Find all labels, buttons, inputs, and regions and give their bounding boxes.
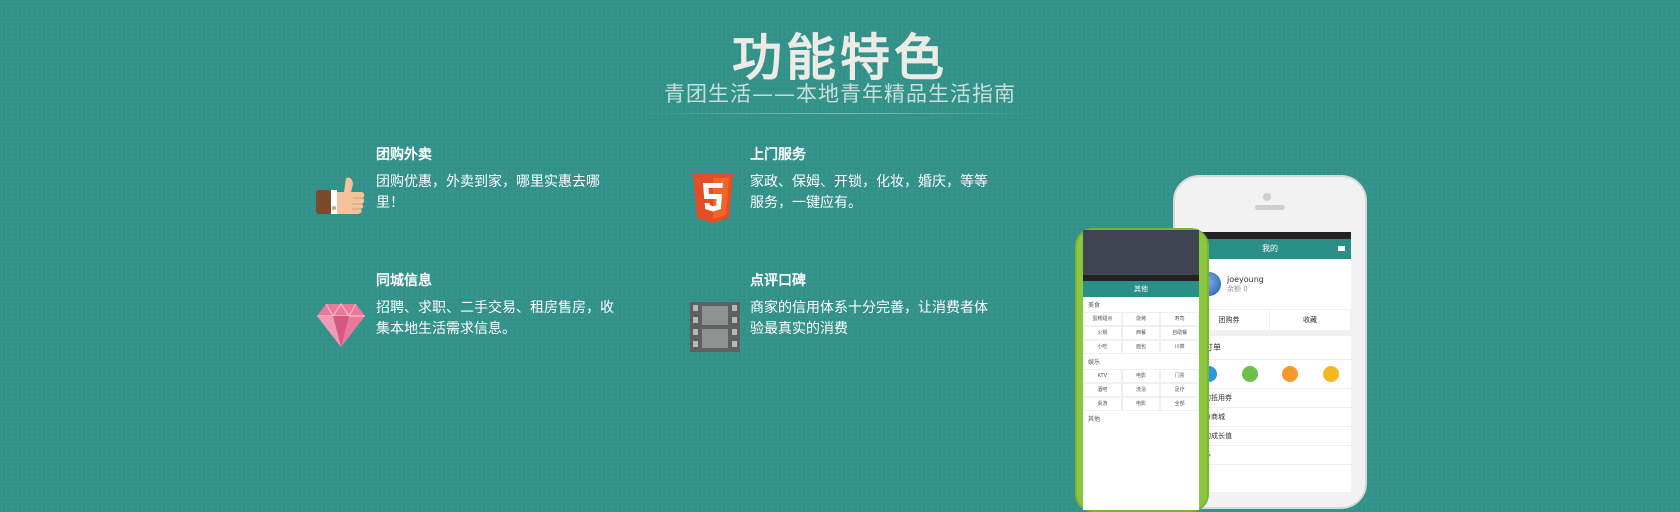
grid-cell: 烧烤 [1121,312,1161,326]
app-header-title: 其他 [1083,281,1199,297]
feature-desc: 招聘、求职、二手交易、租房售房，收集本地生活需求信息。 [376,300,614,337]
app-header-title: 我的 [1262,244,1278,253]
grid-cell: 全部 [1160,397,1199,411]
page-subtitle: 青团生活——本地青年精品生活指南 [664,82,1016,106]
order-status-icons [1189,360,1351,389]
html5-icon [690,172,736,228]
grid-cell: 洗浴 [1121,383,1161,397]
grid-cell: 酒吧 [1083,383,1122,397]
mail-icon [1338,246,1345,251]
grid-cell: 足疗 [1160,383,1199,397]
unused-icon [1241,366,1258,382]
list-item: 我的抵用券 [1189,389,1351,408]
feature-reviews: 点评口碑 商家的信用体系十分完善，让消费者体验最真实的消费 [750,270,995,340]
grid-cell: 川菜 [1160,340,1199,354]
user-profile: joeyoung 余额 0 [1189,259,1351,310]
feature-local-info: 同城信息 招聘、求职、二手交易、租房售房，收集本地生活需求信息。 [376,270,621,340]
list-item: 更多 [1189,446,1351,465]
feature-title: 团购外卖 [376,147,432,163]
phone-screen-categories: 其他 美食 蛋糕甜点 烧烤 寿司 火锅 西餐 自助餐 小吃 面包 川菜 娱乐 K… [1083,230,1199,510]
feature-desc: 商家的信用体系十分完善，让消费者体验最真实的消费 [750,300,988,337]
app-header: 我的 [1189,239,1351,259]
title-divider [644,113,1036,114]
feature-desc: 团购优惠，外卖到家，哪里实惠去哪里！ [376,174,600,211]
list-item: 我的成长值 [1189,427,1351,446]
grid-cell: 门票 [1160,369,1199,383]
grid-cell: 小吃 [1083,340,1122,354]
list-item: 积分商城 [1189,408,1351,427]
phone-screen-profile: 我的 joeyoung 余额 0 团购券 收藏 购订单 我的抵用券 积分商城 我… [1189,232,1351,492]
refund-icon [1322,366,1339,382]
grid-cell: 火锅 [1083,326,1122,340]
username: joeyoung [1227,274,1264,284]
film-icon [690,302,740,356]
category-grid: 蛋糕甜点 烧烤 寿司 火锅 西餐 自助餐 小吃 面包 川菜 [1083,312,1199,354]
diamond-icon [316,302,366,352]
feature-home-service: 上门服务 家政、保姆、开锁，化妆，婚庆，等等服务，一键应有。 [750,144,995,214]
grid-cell: 西餐 [1121,326,1161,340]
status-bar [1189,232,1351,239]
feature-group-buy: 团购外卖 团购优惠，外卖到家，哪里实惠去哪里！ [376,144,621,214]
review-icon [1282,366,1299,382]
grid-cell: 面包 [1121,340,1161,354]
category-grid: KTV 电影 门票 酒吧 洗浴 足疗 桌游 电影 全部 [1083,369,1199,411]
phone-mockup-green: 其他 美食 蛋糕甜点 烧烤 寿司 火锅 西餐 自助餐 小吃 面包 川菜 娱乐 K… [1075,228,1209,512]
section-title: 美食 [1088,302,1101,309]
section-title: 其他 [1088,416,1101,423]
tab-favorites: 收藏 [1270,310,1351,330]
profile-tabs: 团购券 收藏 [1189,310,1351,336]
feature-title: 点评口碑 [750,273,806,289]
phone-bezel-top [1083,230,1199,275]
balance: 余额 0 [1227,284,1248,293]
grid-cell: 电影 [1121,397,1161,411]
grid-cell: 桌游 [1083,397,1122,411]
grid-cell: 自助餐 [1160,326,1199,340]
thumbs-up-icon [316,176,366,224]
grid-cell: KTV [1083,369,1122,383]
grid-cell: 蛋糕甜点 [1083,312,1122,326]
orders-title: 购订单 [1189,336,1351,360]
grid-cell: 电影 [1121,369,1161,383]
feature-title: 上门服务 [750,147,806,163]
grid-cell: 寿司 [1160,312,1199,326]
feature-title: 同城信息 [376,273,432,289]
speaker-grille [1255,205,1285,210]
profile-menu: 我的抵用券 积分商城 我的成长值 更多 [1189,389,1351,465]
section-title: 娱乐 [1088,359,1101,366]
camera-icon [1263,193,1271,201]
feature-desc: 家政、保姆、开锁，化妆，婚庆，等等服务，一键应有。 [750,174,988,211]
